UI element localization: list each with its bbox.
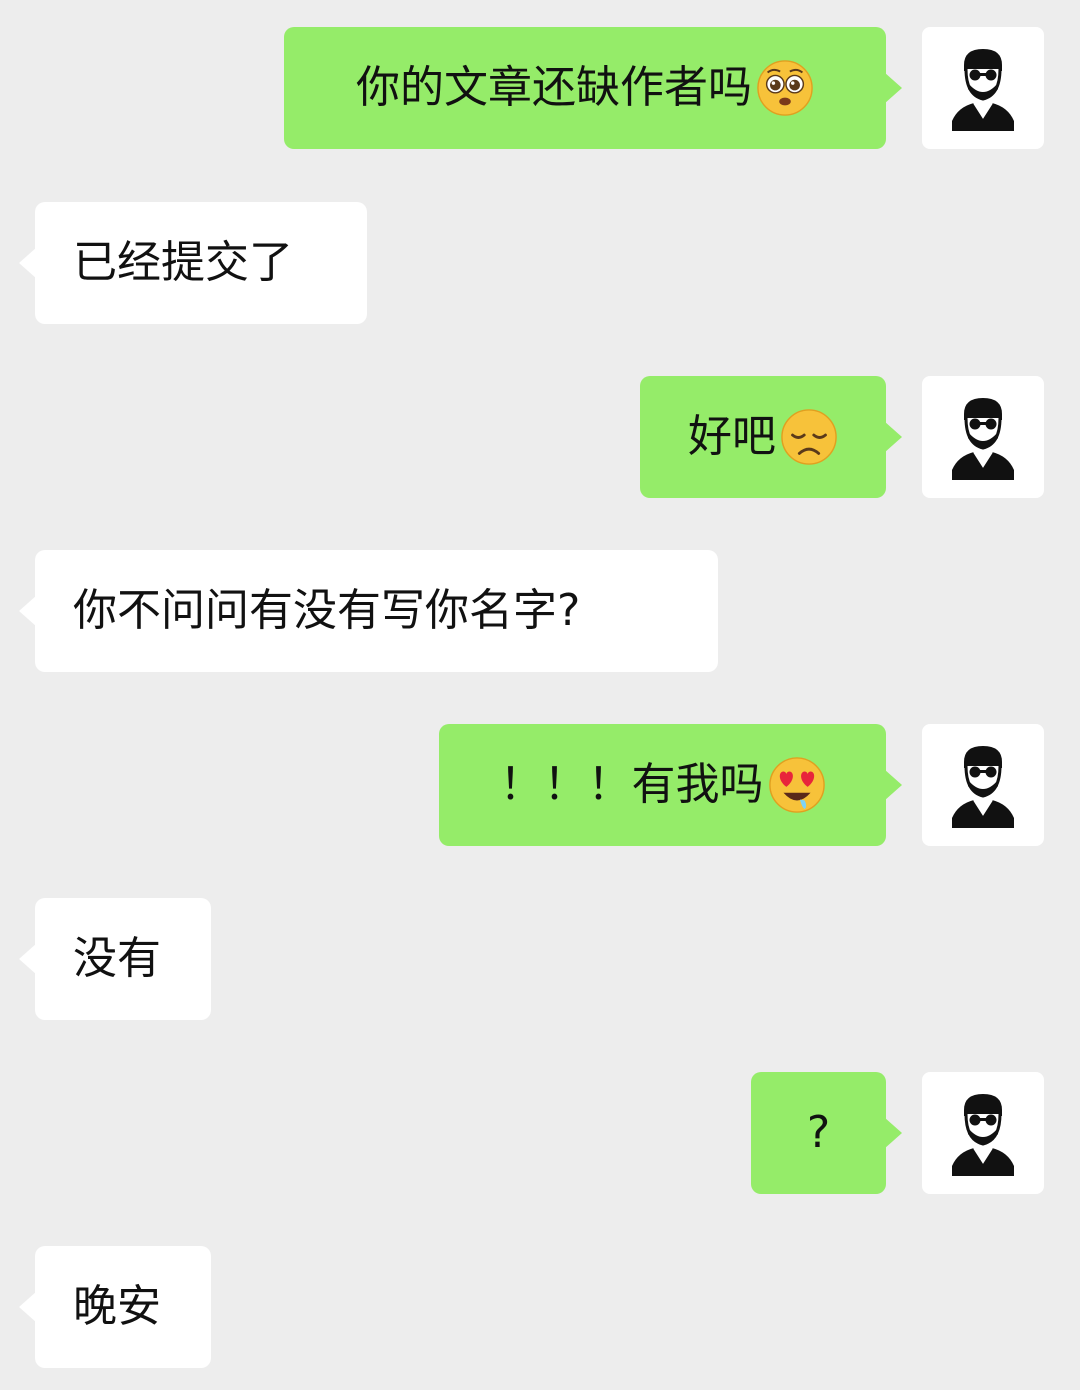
message-text: 你不问问有没有写你名字? (73, 585, 581, 636)
outgoing-message-bubble[interactable]: 好吧 (640, 376, 902, 498)
outgoing-message-bubble[interactable]: ? (751, 1072, 902, 1194)
avatar[interactable] (922, 27, 1044, 149)
message-text: 已经提交了 (73, 237, 293, 288)
message-row: 你的文章还缺作者吗 (0, 27, 1080, 149)
disappointed-face-icon (781, 409, 837, 465)
incoming-message-bubble[interactable]: 你不问问有没有写你名字? (19, 550, 718, 672)
avatar[interactable] (922, 1072, 1044, 1194)
message-row: ? (0, 1072, 1080, 1194)
message-text: 晚安 (73, 1281, 161, 1332)
incoming-message-bubble[interactable]: 没有 (19, 898, 211, 1020)
message-row: 没有 (0, 898, 1080, 1020)
message-row: 已经提交了 (0, 202, 1080, 324)
message-text: 好吧 (688, 411, 776, 462)
message-text: ！！！有我吗 (499, 759, 764, 810)
message-row: 晚安 (0, 1246, 1080, 1368)
incoming-message-bubble[interactable]: 晚安 (19, 1246, 211, 1368)
man-sunglasses-avatar-icon (952, 398, 1014, 480)
pleading-face-icon (757, 60, 813, 116)
outgoing-message-bubble[interactable]: ！！！有我吗 (439, 724, 902, 846)
avatar[interactable] (922, 724, 1044, 846)
message-row: ！！！有我吗 (0, 724, 1080, 846)
message-row: 好吧 (0, 376, 1080, 498)
message-text: 没有 (73, 933, 161, 984)
message-text: 你的文章还缺作者吗 (356, 62, 752, 113)
man-sunglasses-avatar-icon (952, 746, 1014, 828)
man-sunglasses-avatar-icon (952, 49, 1014, 131)
avatar[interactable] (922, 376, 1044, 498)
man-sunglasses-avatar-icon (952, 1094, 1014, 1176)
outgoing-message-bubble[interactable]: 你的文章还缺作者吗 (284, 27, 902, 149)
message-row: 你不问问有没有写你名字? (0, 550, 1080, 672)
incoming-message-bubble[interactable]: 已经提交了 (19, 202, 367, 324)
message-text: ? (806, 1107, 831, 1158)
heart-eyes-drooling-face-icon (768, 757, 825, 813)
chat-message-list: 你的文章还缺作者吗 已经提交了 好吧 你不问问有没有写你名字? ！！！有我吗 没… (0, 0, 1080, 1390)
